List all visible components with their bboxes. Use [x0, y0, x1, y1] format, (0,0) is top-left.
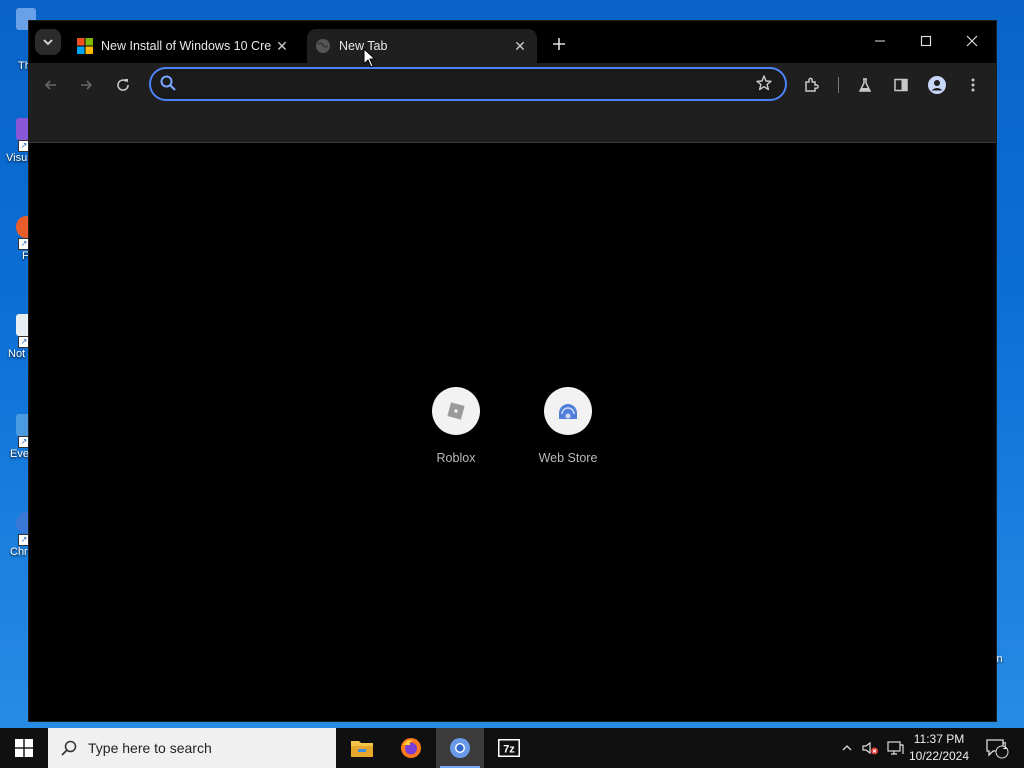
- taskbar-search-box[interactable]: Type here to search: [48, 728, 336, 768]
- taskbar-file-explorer[interactable]: [338, 728, 386, 768]
- minimize-icon: [875, 40, 885, 42]
- volume-button[interactable]: [858, 728, 882, 768]
- shortcut-label: Roblox: [436, 451, 476, 465]
- toolbar-divider: [838, 77, 839, 93]
- tab-title: New Install of Windows 10 Cre: [101, 39, 272, 53]
- tab-new-tab[interactable]: New Tab ✕: [307, 29, 537, 63]
- new-tab-page: Roblox Web Store: [29, 143, 996, 721]
- extensions-button[interactable]: [798, 71, 826, 99]
- new-tab-button[interactable]: [547, 32, 571, 56]
- address-bar[interactable]: [149, 67, 787, 101]
- title-bar: New Install of Windows 10 Cre ✕ New Tab …: [29, 21, 996, 63]
- mouse-cursor-icon: [363, 48, 377, 68]
- flask-icon: [858, 78, 872, 92]
- tab-search-button[interactable]: [35, 29, 61, 55]
- side-panel-icon: [894, 78, 908, 92]
- windows-logo-icon: [77, 38, 93, 54]
- close-tab-icon[interactable]: ✕: [273, 37, 291, 55]
- file-explorer-icon: [351, 741, 373, 757]
- taskbar-clock[interactable]: 11:37 PM 10/22/2024: [904, 731, 974, 765]
- action-center-button[interactable]: 1: [980, 728, 1014, 768]
- taskbar-7zip[interactable]: 7z: [485, 728, 533, 768]
- address-input[interactable]: [187, 73, 731, 97]
- close-tab-icon[interactable]: ✕: [511, 37, 529, 55]
- arrow-right-icon: [81, 80, 93, 90]
- desktop-icon-label: Visu: [6, 152, 28, 164]
- chevron-down-icon: [43, 39, 53, 46]
- start-button[interactable]: [0, 728, 48, 768]
- menu-button[interactable]: [959, 71, 987, 99]
- taskbar-firefox[interactable]: [387, 728, 435, 768]
- svg-text:7z: 7z: [503, 744, 515, 756]
- clock-time: 11:37 PM: [913, 732, 965, 746]
- web-store-icon: [559, 404, 577, 419]
- plus-icon: [553, 38, 565, 50]
- search-placeholder: Type here to search: [88, 740, 212, 756]
- account-icon: [928, 76, 946, 94]
- forward-button[interactable]: [72, 71, 100, 99]
- chromium-icon: [450, 738, 470, 758]
- taskbar-chromium[interactable]: [436, 728, 484, 768]
- profile-button[interactable]: [923, 71, 951, 99]
- more-vertical-icon: [971, 78, 975, 92]
- arrow-left-icon: [44, 80, 56, 90]
- globe-icon: [316, 39, 330, 53]
- close-window-button[interactable]: [949, 29, 995, 53]
- 7zip-icon: 7z: [498, 739, 520, 757]
- bookmark-star-icon[interactable]: [755, 74, 773, 92]
- desktop-icon-label: Chr: [10, 546, 28, 558]
- side-panel-button[interactable]: [887, 71, 915, 99]
- toolbar: [29, 63, 996, 105]
- labs-button[interactable]: [851, 71, 879, 99]
- chevron-up-icon: [842, 745, 852, 751]
- taskbar: Type here to search 7z 11:37 PM 10/22/20…: [0, 728, 1024, 768]
- clock-date: 10/22/2024: [908, 749, 970, 763]
- shortcut-roblox[interactable]: Roblox: [408, 387, 504, 477]
- desktop-icon-label: Eve: [10, 448, 29, 460]
- volume-muted-icon: [862, 741, 878, 755]
- shortcut-tile: [544, 387, 592, 435]
- maximize-icon: [920, 35, 932, 47]
- desktop-icon-label: Not: [8, 348, 26, 360]
- show-hidden-icons-button[interactable]: [836, 728, 858, 768]
- shortcut-tile: [432, 387, 480, 435]
- roblox-icon: [447, 402, 465, 420]
- shortcut-label: Web Store: [538, 451, 598, 465]
- search-icon: [160, 75, 176, 91]
- firefox-icon: [401, 738, 421, 758]
- minimize-button[interactable]: [857, 29, 903, 53]
- bookmarks-bar: [29, 105, 996, 143]
- close-icon: [966, 35, 978, 47]
- shortcut-web-store[interactable]: Web Store: [520, 387, 616, 477]
- reload-icon: [117, 79, 129, 91]
- browser-window: New Install of Windows 10 Cre ✕ New Tab …: [28, 20, 997, 722]
- puzzle-icon: [805, 77, 819, 92]
- tab-windows-install[interactable]: New Install of Windows 10 Cre ✕: [69, 29, 299, 63]
- reload-button[interactable]: [109, 71, 137, 99]
- back-button[interactable]: [37, 71, 65, 99]
- search-icon: [61, 740, 77, 756]
- notification-count: 1: [1002, 741, 1008, 752]
- network-icon: [887, 741, 904, 755]
- windows-start-icon: [15, 739, 33, 757]
- maximize-button[interactable]: [903, 29, 949, 53]
